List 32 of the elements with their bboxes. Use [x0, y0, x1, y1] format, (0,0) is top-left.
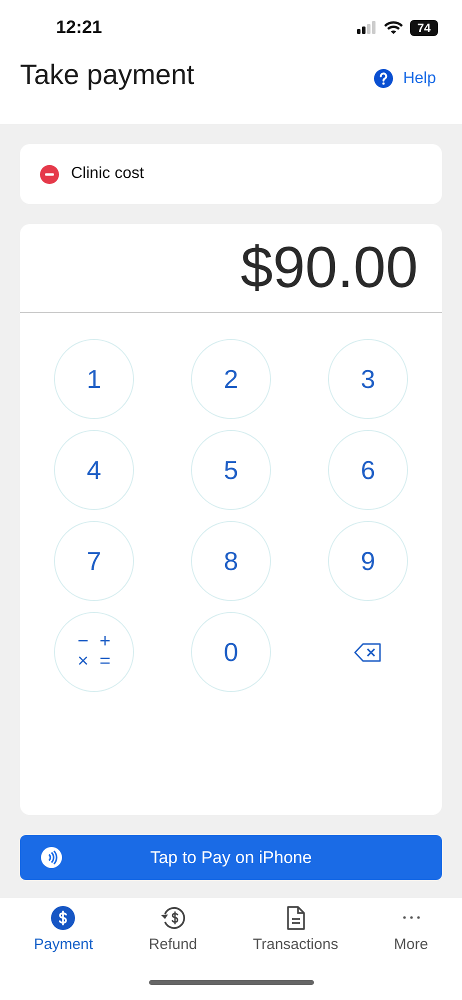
remove-icon[interactable] — [40, 164, 59, 184]
digit-key[interactable]: 2 — [191, 339, 271, 419]
digit-key[interactable]: 3 — [328, 339, 408, 419]
tab[interactable]: Transactions — [248, 902, 342, 960]
digit-key[interactable]: 5 — [191, 430, 271, 510]
operators-key[interactable]: − + × = — [54, 612, 134, 692]
question-icon — [374, 69, 394, 88]
item-name: Clinic cost — [71, 165, 144, 183]
digit-key[interactable]: 9 — [328, 521, 408, 601]
digit-key[interactable]: 7 — [54, 521, 134, 601]
contactless-icon — [41, 847, 62, 868]
digit-key[interactable]: 8 — [191, 521, 271, 601]
amount-display: $90.00 — [20, 224, 442, 313]
document-icon — [286, 906, 306, 930]
digit-key[interactable]: 6 — [328, 430, 408, 510]
more-icon — [402, 916, 420, 919]
backspace-icon — [354, 642, 382, 662]
help-link[interactable]: Help — [374, 69, 436, 88]
tab[interactable]: Refund — [144, 902, 202, 960]
refund-icon — [160, 906, 186, 930]
digit-key[interactable]: 4 — [54, 430, 134, 510]
digit-key[interactable]: 0 — [191, 612, 271, 692]
tab[interactable]: More — [390, 902, 432, 960]
battery-level: 74 — [410, 20, 438, 36]
tap-to-pay-button[interactable]: Tap to Pay on iPhone — [20, 835, 442, 880]
page-title: Take payment — [20, 59, 194, 91]
signal-icon — [357, 21, 377, 34]
digit-key[interactable]: 1 — [54, 339, 134, 419]
tab[interactable]: Payment — [30, 902, 98, 960]
dollar-icon — [51, 906, 76, 930]
status-time: 12:21 — [56, 17, 102, 38]
wifi-icon — [384, 20, 403, 34]
